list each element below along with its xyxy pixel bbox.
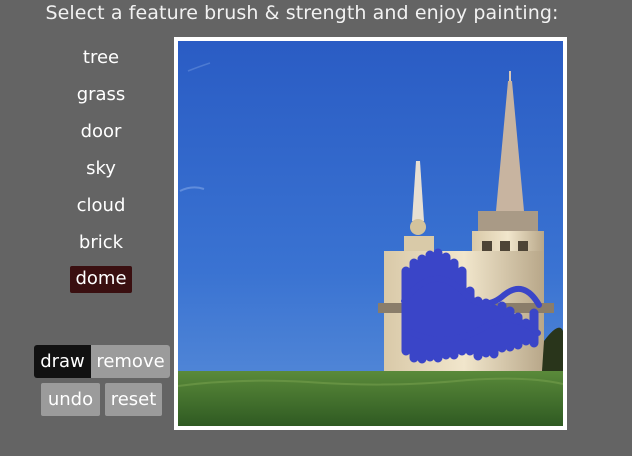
painting-canvas-frame	[174, 37, 567, 430]
brush-list: tree grass door sky cloud brick dome	[62, 42, 140, 301]
brush-label: grass	[76, 84, 126, 105]
brush-label: sky	[86, 158, 116, 179]
mode-toggle: draw remove	[34, 345, 170, 378]
painting-canvas[interactable]	[178, 41, 563, 426]
draw-button[interactable]: draw	[34, 345, 91, 378]
brush-label: brick	[78, 232, 124, 253]
brush-brick[interactable]: brick	[62, 227, 140, 258]
brush-cloud[interactable]: cloud	[62, 190, 140, 221]
brush-grass[interactable]: grass	[62, 79, 140, 110]
reset-button[interactable]: reset	[105, 383, 162, 416]
brush-sky[interactable]: sky	[62, 153, 140, 184]
brush-door[interactable]: door	[62, 116, 140, 147]
brush-label: tree	[82, 47, 120, 68]
brush-label: door	[80, 121, 122, 142]
brush-label: dome	[70, 266, 132, 293]
brush-label: cloud	[76, 195, 126, 216]
action-buttons: undo reset	[41, 383, 162, 416]
remove-button[interactable]: remove	[91, 345, 170, 378]
brush-dome[interactable]: dome	[62, 264, 140, 295]
brush-tree[interactable]: tree	[62, 42, 140, 73]
undo-button[interactable]: undo	[41, 383, 100, 416]
page-title: Select a feature brush & strength and en…	[45, 2, 559, 24]
